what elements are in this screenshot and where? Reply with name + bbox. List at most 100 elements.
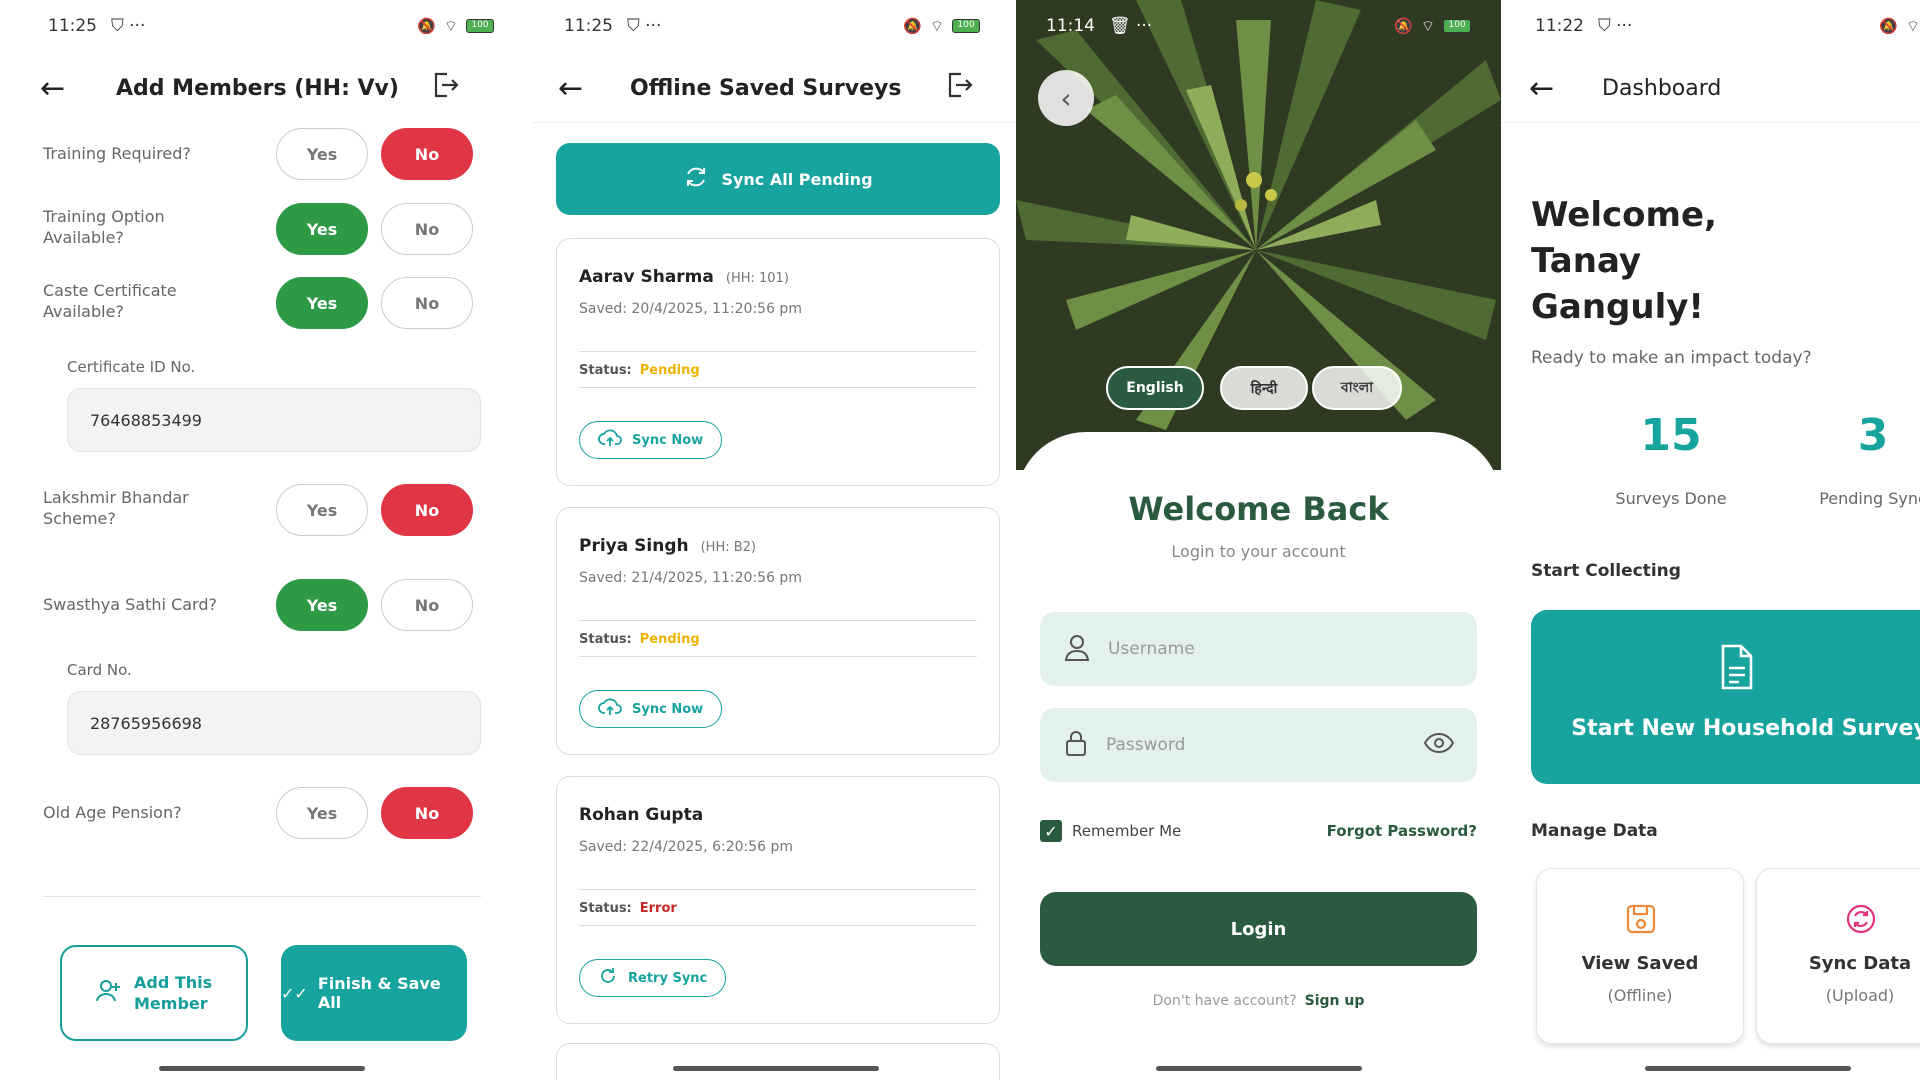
no-toggle[interactable]: No xyxy=(381,128,473,180)
status-time: 11:25 xyxy=(564,16,613,36)
divider xyxy=(579,656,977,657)
signup-link[interactable]: Sign up xyxy=(1305,993,1365,1009)
remember-me[interactable]: ✓ Remember Me xyxy=(1040,820,1181,842)
wifi-icon: ⌔ xyxy=(1420,16,1435,35)
home-indicator xyxy=(673,1066,879,1071)
status-time: 11:25 xyxy=(48,16,97,36)
add-members-screen: 11:25 ⛉ ··· 🔕 ⌔ 100 ← Add Members (HH: V… xyxy=(0,0,532,1080)
cloud-upload-icon xyxy=(598,697,622,721)
no-toggle[interactable]: No xyxy=(381,787,473,839)
no-toggle[interactable]: No xyxy=(381,579,473,631)
home-indicator xyxy=(1156,1066,1362,1071)
signup-row: Don't have account? Sign up xyxy=(1016,993,1501,1009)
yes-toggle[interactable]: Yes xyxy=(276,484,368,536)
no-toggle[interactable]: No xyxy=(381,484,473,536)
refresh-icon xyxy=(683,164,709,194)
chevron-left-icon: ‹ xyxy=(1060,81,1072,115)
status-badge: Error xyxy=(639,901,677,916)
language-hindi[interactable]: हिन्दी xyxy=(1220,366,1308,410)
saved-timestamp: Saved: 21/4/2025, 11:20:56 pm xyxy=(579,570,802,586)
no-toggle[interactable]: No xyxy=(381,277,473,329)
start-survey-card[interactable]: Start New Household Survey xyxy=(1531,610,1920,784)
home-indicator xyxy=(1645,1066,1851,1071)
status-bar: 11:25 ⛉ ··· 🔕 ⌔ 100 xyxy=(48,14,494,38)
yes-toggle[interactable]: Yes xyxy=(276,128,368,180)
back-arrow-icon[interactable]: ← xyxy=(558,71,583,106)
app-bar: ← Dashboard xyxy=(1501,58,1920,118)
status-row: Status: Pending xyxy=(579,363,700,378)
dashboard-screen: 11:22 ⛉ ··· 🔕 ⌔ ← Dashboard Welcome, Tan… xyxy=(1501,0,1920,1080)
surveys-done-label: Surveys Done xyxy=(1615,489,1727,508)
page-title: Offline Saved Surveys xyxy=(630,75,902,101)
yes-toggle[interactable]: Yes xyxy=(276,787,368,839)
view-saved-subtitle: (Offline) xyxy=(1607,986,1673,1005)
battery-icon: 100 xyxy=(952,19,980,33)
card-number-input[interactable]: 28765956698 xyxy=(67,691,481,755)
divider xyxy=(579,620,977,621)
sync-now-button[interactable]: Sync Now xyxy=(579,690,723,728)
language-bengali[interactable]: বাংলা xyxy=(1312,366,1402,410)
card-label: Card No. xyxy=(67,661,132,679)
save-icon xyxy=(1625,903,1657,939)
yes-toggle[interactable]: Yes xyxy=(276,277,368,329)
finish-save-button[interactable]: ✓✓ Finish & Save All xyxy=(281,945,467,1041)
wifi-icon: ⌔ xyxy=(443,16,458,35)
double-check-icon: ✓✓ xyxy=(281,983,308,1003)
add-member-button[interactable]: Add This Member xyxy=(60,945,248,1041)
divider xyxy=(579,925,977,926)
forgot-password-link[interactable]: Forgot Password? xyxy=(1327,822,1477,840)
retry-icon xyxy=(598,966,618,990)
no-toggle[interactable]: No xyxy=(381,203,473,255)
status-row: Status: Error xyxy=(579,901,677,916)
wifi-icon: ⌔ xyxy=(1905,16,1920,35)
sync-data-title: Sync Data xyxy=(1808,953,1912,974)
yes-toggle[interactable]: Yes xyxy=(276,203,368,255)
back-button[interactable]: ‹ xyxy=(1038,70,1094,126)
survey-name: Aarav Sharma (HH: 101) xyxy=(579,267,789,287)
survey-card: Rohan Gupta Saved: 22/4/2025, 6:20:56 pm… xyxy=(556,776,1000,1024)
app-bar: ← Add Members (HH: Vv) xyxy=(0,58,532,118)
household-id: (HH: 101) xyxy=(725,271,789,286)
pending-sync-label: Pending Sync xyxy=(1819,489,1920,508)
sync-data-subtitle: (Upload) xyxy=(1825,986,1895,1005)
divider xyxy=(43,896,481,897)
logout-icon[interactable] xyxy=(430,70,460,107)
yes-toggle[interactable]: Yes xyxy=(276,579,368,631)
app-bar: ← Offline Saved Surveys xyxy=(532,58,1016,118)
question-label: Lakshmir Bhandar Scheme? xyxy=(43,488,189,528)
survey-card xyxy=(556,1043,1000,1080)
start-survey-label: Start New Household Survey xyxy=(1571,716,1920,741)
checkbox-checked-icon[interactable]: ✓ xyxy=(1040,820,1062,842)
question-label: Old Age Pension? xyxy=(43,803,182,822)
document-icon xyxy=(1719,644,1755,694)
saved-timestamp: Saved: 20/4/2025, 11:20:56 pm xyxy=(579,301,802,317)
add-member-label: Add This Member xyxy=(134,973,213,1013)
question-label: Swasthya Sathi Card? xyxy=(43,595,217,614)
view-saved-card[interactable]: View Saved (Offline) xyxy=(1536,868,1744,1044)
logout-icon[interactable] xyxy=(944,70,974,107)
password-input[interactable]: Password xyxy=(1040,708,1477,782)
welcome-heading: Welcome Back xyxy=(1128,490,1389,528)
login-button[interactable]: Login xyxy=(1040,892,1477,966)
sync-data-card[interactable]: Sync Data (Upload) xyxy=(1756,868,1920,1044)
sync-icon xyxy=(1845,903,1877,939)
back-arrow-icon[interactable]: ← xyxy=(1529,71,1554,106)
sync-all-button[interactable]: Sync All Pending xyxy=(556,143,1000,215)
retry-sync-button[interactable]: Retry Sync xyxy=(579,959,727,997)
page-title: Dashboard xyxy=(1602,75,1722,101)
offline-surveys-screen: 11:25 ⛉ ··· 🔕 ⌔ 100 ← Offline Saved Surv… xyxy=(532,0,1016,1080)
shield-icon: ⛉ ··· xyxy=(1598,16,1633,36)
view-saved-title: View Saved xyxy=(1581,953,1699,974)
status-badge: Pending xyxy=(639,632,700,647)
language-english[interactable]: English xyxy=(1106,366,1204,410)
status-time: 11:22 xyxy=(1535,16,1584,36)
page-title: Add Members (HH: Vv) xyxy=(116,75,399,101)
sync-now-button[interactable]: Sync Now xyxy=(579,421,723,459)
certificate-id-input[interactable]: 76468853499 xyxy=(67,388,481,452)
surveys-done-count: 15 xyxy=(1640,410,1702,461)
back-arrow-icon[interactable]: ← xyxy=(40,71,65,106)
mute-icon: 🔕 xyxy=(903,17,922,35)
question-label: Training Option Available? xyxy=(43,207,165,247)
username-input[interactable]: Username xyxy=(1040,612,1477,686)
eye-icon[interactable] xyxy=(1423,732,1455,759)
